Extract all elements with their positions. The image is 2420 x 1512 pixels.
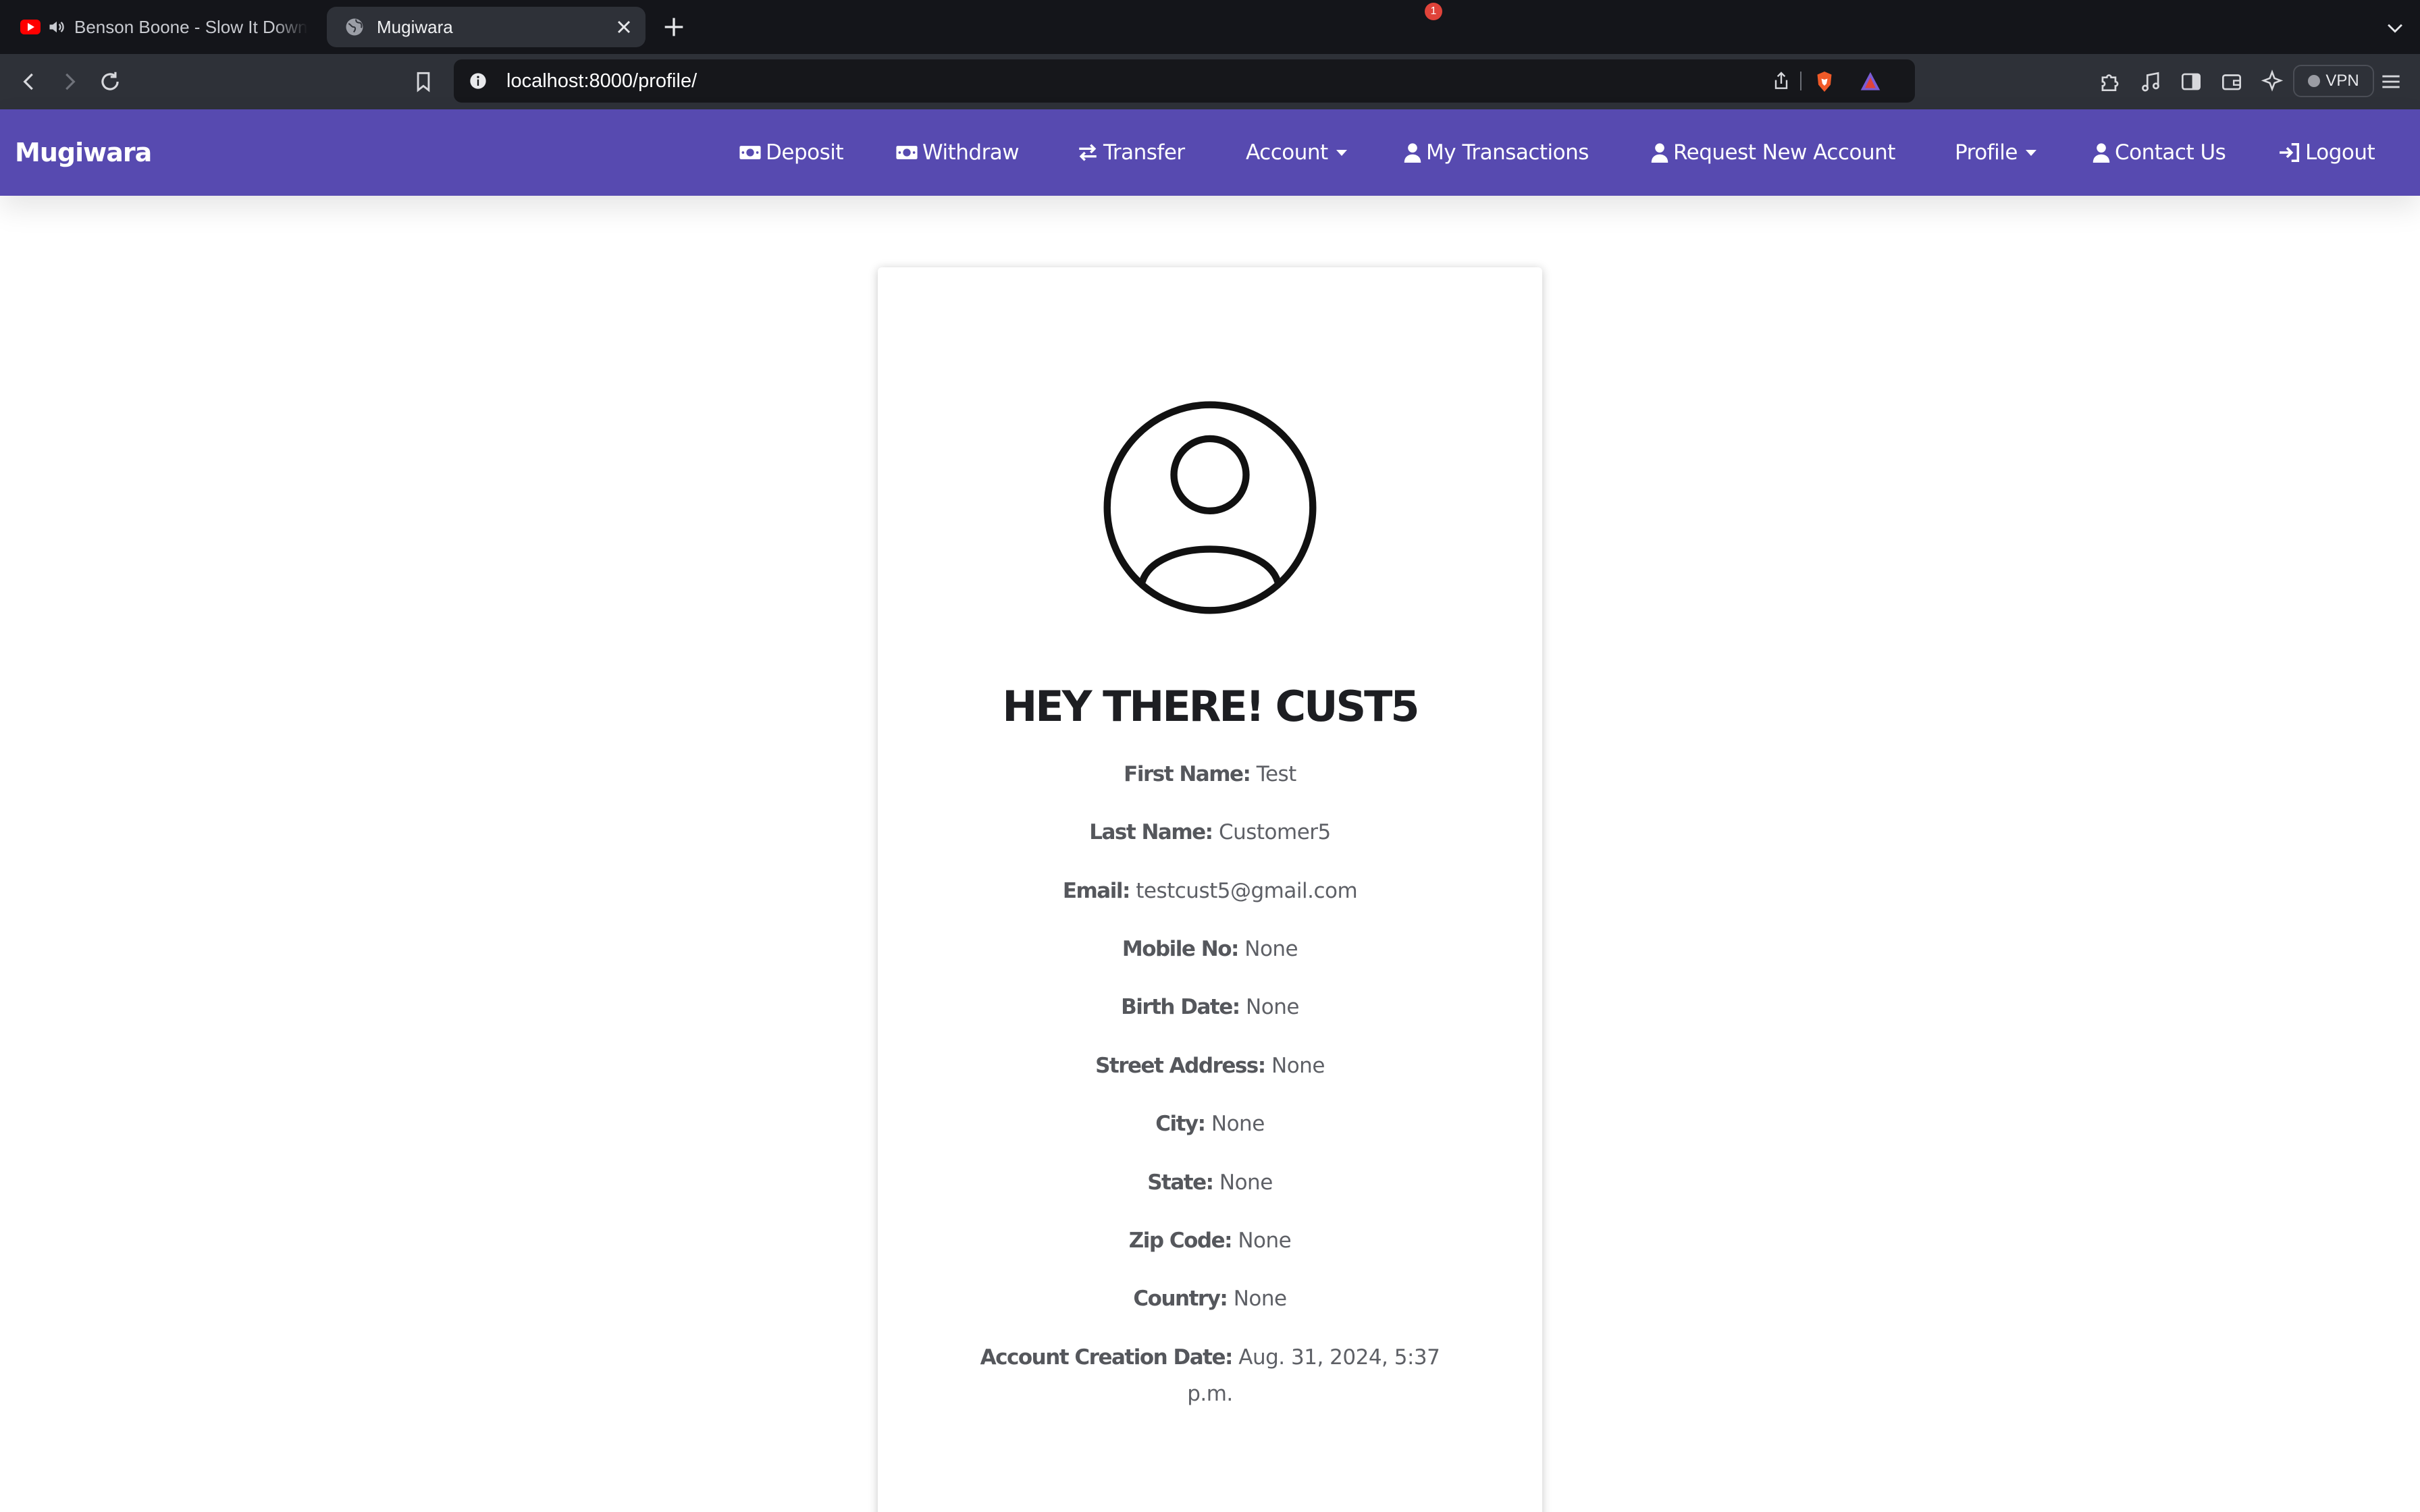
new-tab-button[interactable] [660,14,687,40]
exchange-arrows-icon [1079,144,1097,161]
music-note-icon[interactable] [2138,69,2163,94]
field-value: Test [1256,762,1297,786]
field-label: Birth Date: [1121,995,1240,1019]
vpn-status-icon [2308,75,2321,87]
vpn-button[interactable]: VPN [2293,65,2374,97]
field-label: Account Creation Date: [980,1345,1234,1370]
field-first-name: First Name: Test [959,756,1461,792]
field-value: None [1233,1287,1287,1311]
field-value: testcust5@gmail.com [1136,879,1358,903]
back-icon[interactable] [16,69,42,94]
field-birth-date: Birth Date: None [959,989,1461,1025]
field-label: State: [1147,1170,1214,1195]
user-avatar-icon [1103,401,1317,614]
field-email: Email: testcust5@gmail.com [959,873,1461,909]
site-info-icon[interactable] [469,72,488,90]
nav-label: Profile [1955,140,2018,165]
url-text[interactable]: localhost:8000/profile/ [506,59,697,103]
field-label: Mobile No: [1122,937,1240,961]
speaker-playing-icon[interactable] [47,18,66,36]
nav-my-transactions[interactable]: My Transactions [1403,109,1589,196]
field-account-creation-date: Account Creation Date: Aug. 31, 2024, 5:… [959,1339,1461,1412]
leo-ai-icon[interactable] [2259,69,2285,94]
nav-label: Contact Us [2115,140,2226,165]
brand-logo[interactable]: Mugiwara [15,109,152,196]
divider [1800,72,1801,90]
nav-label: My Transactions [1426,140,1589,165]
sidebar-toggle-icon[interactable] [2178,69,2204,94]
brave-shields-icon[interactable] [1812,69,1837,94]
user-icon [1404,143,1421,163]
nav-withdraw[interactable]: Withdraw [895,109,1020,196]
nav-logout[interactable]: Logout [2278,109,2375,196]
share-icon[interactable] [1770,70,1792,92]
money-bill-icon [739,146,761,159]
nav-label: Request New Account [1673,140,1895,165]
field-value: None [1246,995,1299,1019]
nav-contact-us[interactable]: Contact Us [2092,109,2226,196]
nav-label: Transfer [1103,140,1185,165]
tab-title: Benson Boone - Slow It Down [74,16,308,37]
nav-profile-dropdown[interactable]: Profile [1955,109,2036,196]
chevron-down-icon[interactable] [2384,16,2406,39]
browser-tab-strip: Benson Boone - Slow It Down Mugiwara [0,0,2420,54]
nav-label: Withdraw [922,140,1020,165]
nav-label: Account [1246,140,1328,165]
field-label: Country: [1133,1287,1228,1311]
globe-icon [346,18,363,36]
nav-transfer[interactable]: Transfer [1076,109,1185,196]
tab-title: Mugiwara [377,16,453,37]
reload-icon[interactable] [97,69,123,94]
browser-tab-mugiwara[interactable]: Mugiwara [327,7,646,47]
menu-hamburger-icon[interactable] [2378,69,2404,94]
nav-account-dropdown[interactable]: Account [1246,109,1347,196]
user-icon [2093,143,2110,163]
rewards-badge: 1 [1425,3,1442,20]
field-value: Customer5 [1218,820,1331,844]
bookmark-icon[interactable] [411,69,436,94]
sign-in-icon [2280,142,2300,163]
field-label: Street Address: [1095,1054,1266,1078]
wallet-icon[interactable] [2219,69,2244,94]
vpn-label: VPN [2325,72,2359,90]
field-mobile-no: Mobile No: None [959,931,1461,967]
nav-request-new-account[interactable]: Request New Account [1650,109,1895,196]
site-navbar: Mugiwara Deposit Withdraw Transfer Accou… [0,109,2420,196]
field-value: None [1219,1170,1273,1195]
nav-deposit[interactable]: Deposit [739,109,844,196]
brave-rewards-icon[interactable] [1857,69,1884,94]
address-bar[interactable]: localhost:8000/profile/ [454,59,1915,103]
greeting-heading: HEY THERE! CUST5 [1002,682,1419,731]
youtube-icon [20,20,41,34]
field-label: First Name: [1124,762,1251,786]
nav-label: Logout [2305,140,2375,165]
field-last-name: Last Name: Customer5 [959,814,1461,850]
field-city: City: None [959,1106,1461,1142]
field-value: None [1238,1228,1292,1253]
field-street-address: Street Address: None [959,1048,1461,1084]
field-value: None [1211,1112,1265,1136]
extensions-puzzle-icon[interactable] [2097,69,2123,94]
money-bill-icon [896,146,918,159]
browser-tab-youtube[interactable]: Benson Boone - Slow It Down [11,7,308,47]
field-label: City: [1155,1112,1206,1136]
field-zip-code: Zip Code: None [959,1222,1461,1259]
forward-icon[interactable] [57,69,82,94]
close-tab-icon[interactable] [613,16,635,38]
field-country: Country: None [959,1280,1461,1317]
caret-down-icon [1336,149,1347,156]
field-label: Last Name: [1089,820,1213,844]
field-label: Zip Code: [1128,1228,1233,1253]
profile-card: HEY THERE! CUST5 First Name: Test Last N… [878,267,1542,1512]
nav-label: Deposit [766,140,844,165]
field-value: None [1271,1054,1325,1078]
field-label: Email: [1062,879,1131,903]
field-state: State: None [959,1164,1461,1201]
field-value: None [1244,937,1298,961]
caret-down-icon [2025,149,2036,156]
user-icon [1651,143,1668,163]
